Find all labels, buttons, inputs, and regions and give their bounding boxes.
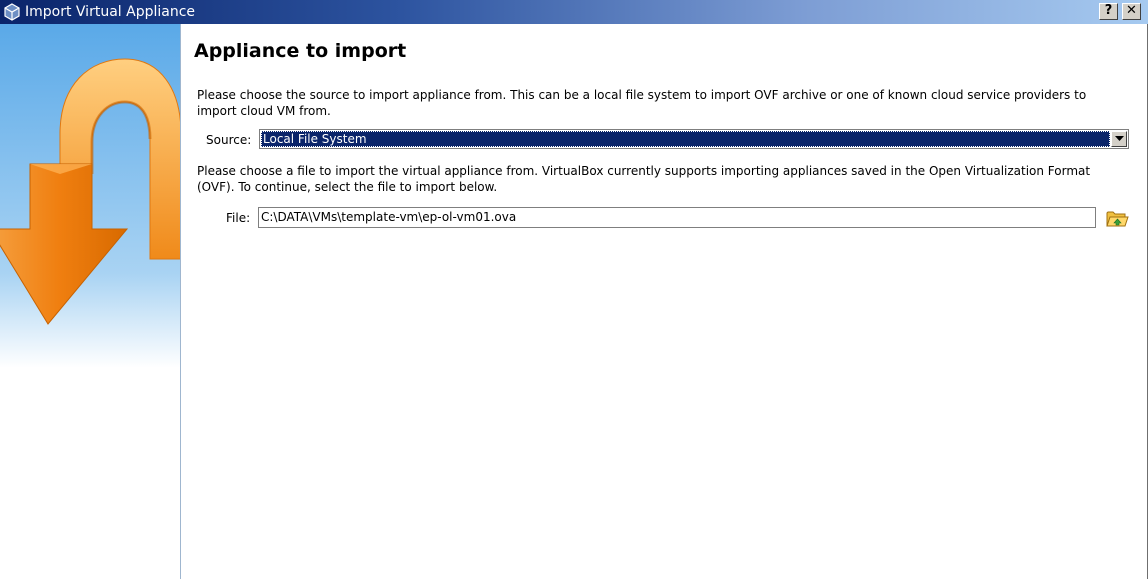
file-path-input[interactable]: C:\DATA\VMs\template-vm\ep-ol-vm01.ova <box>258 207 1096 228</box>
close-button[interactable]: ✕ <box>1122 3 1141 20</box>
wizard-page: Appliance to import Please choose the so… <box>182 24 1146 579</box>
source-description: Please choose the source to import appli… <box>197 88 1087 118</box>
help-button[interactable]: ? <box>1099 3 1118 20</box>
title-bar[interactable]: Import Virtual Appliance ? ✕ <box>0 0 1148 24</box>
source-select[interactable]: Local File System <box>259 129 1129 149</box>
file-description: Please choose a file to import the virtu… <box>197 164 1091 194</box>
file-label: File: <box>226 211 251 225</box>
chevron-down-icon <box>1115 136 1124 141</box>
source-selected-value: Local File System <box>261 131 1110 147</box>
virtualbox-icon <box>4 3 20 21</box>
folder-open-icon[interactable] <box>1105 207 1129 229</box>
page-title: Appliance to import <box>194 40 407 62</box>
source-label: Source: <box>206 133 252 147</box>
import-arrow-icon <box>0 24 180 579</box>
dropdown-button[interactable] <box>1111 131 1127 147</box>
window-title: Import Virtual Appliance <box>25 4 196 20</box>
import-virtual-appliance-window: Import Virtual Appliance ? ✕ Appliance t… <box>0 0 1148 579</box>
wizard-side-art <box>0 24 181 579</box>
